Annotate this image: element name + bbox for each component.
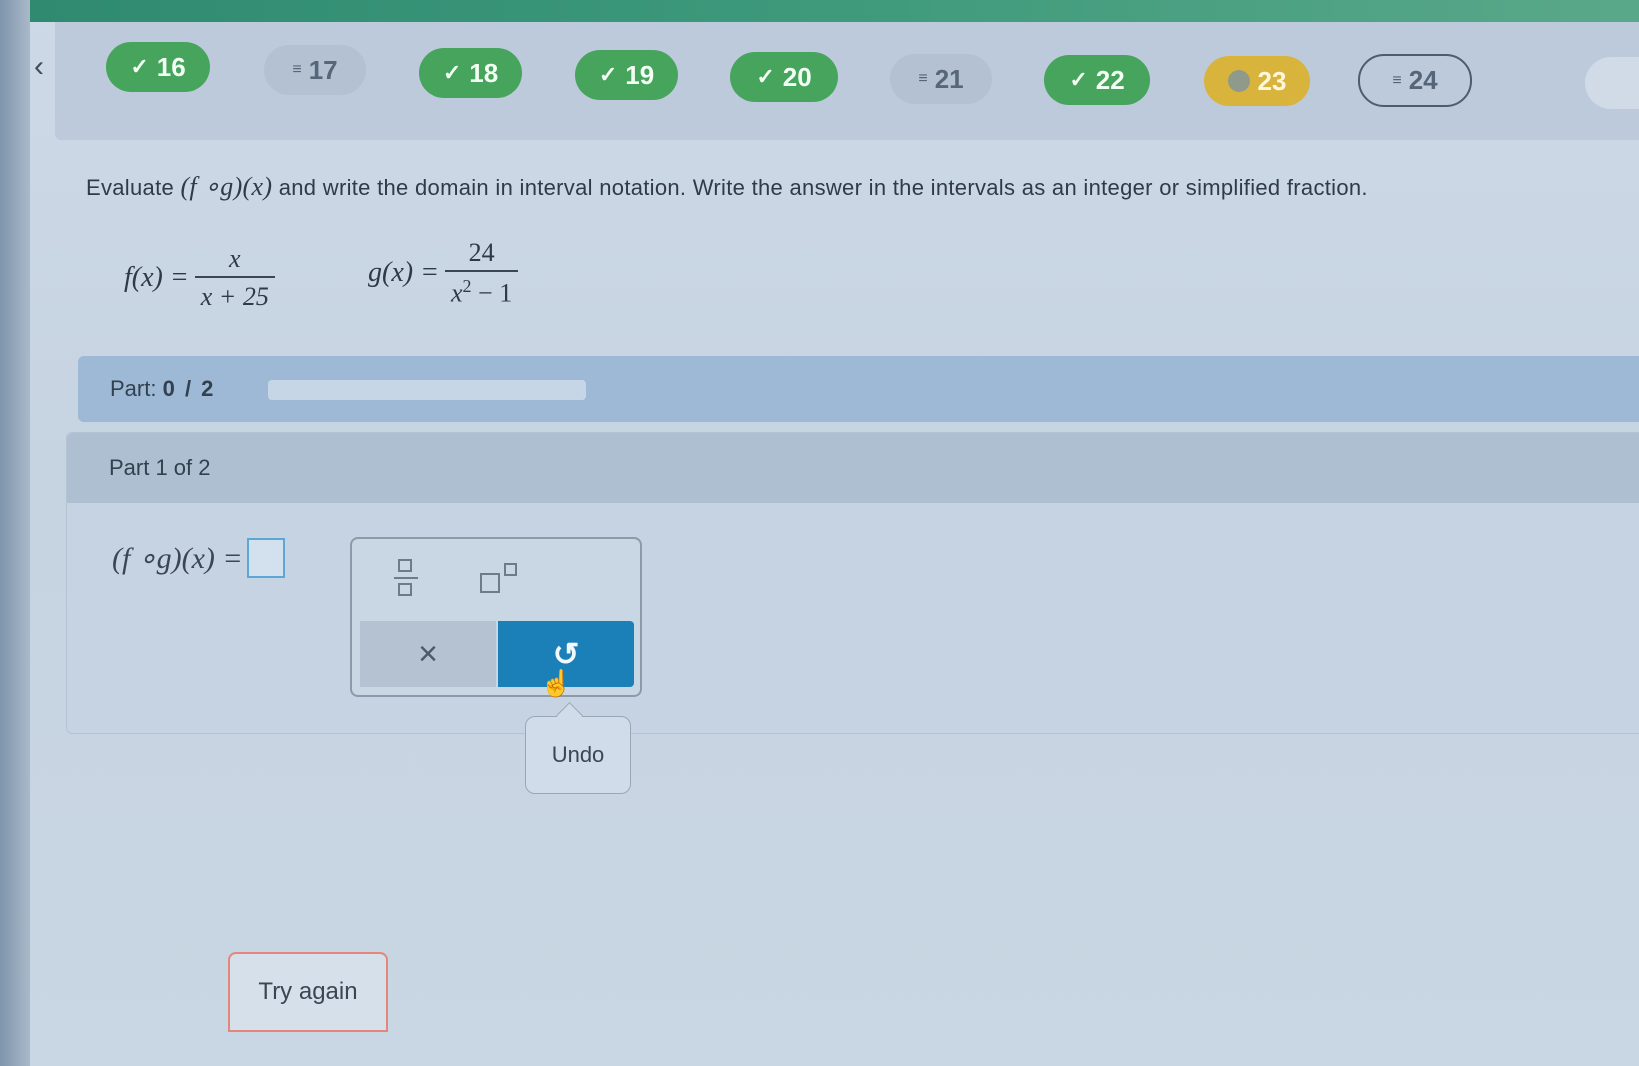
part-card-header: Part 1 of 2 xyxy=(67,433,1639,503)
composition-expression: (f ∘g)(x) xyxy=(180,172,273,201)
function-f: f(x) = x x + 25 xyxy=(124,244,275,312)
top-header-strip xyxy=(30,0,1639,22)
exponent-icon[interactable] xyxy=(478,561,526,599)
question-21-button[interactable]: ≡ 21 xyxy=(890,54,992,104)
next-question-pill[interactable] xyxy=(1585,57,1639,109)
question-17-button[interactable]: ≡ 17 xyxy=(264,45,366,95)
question-19-button[interactable]: ✓ 19 xyxy=(575,50,678,100)
question-23-button[interactable]: 23 xyxy=(1204,56,1310,106)
try-again-button[interactable]: Try again xyxy=(228,952,388,1032)
question-20-button[interactable]: ✓ 20 xyxy=(730,52,838,102)
answer-row: (f ∘g)(x) = xyxy=(112,538,285,578)
part-card: Part 1 of 2 xyxy=(66,432,1639,734)
check-icon: ✓ xyxy=(756,64,775,89)
question-prompt: Evaluate (f ∘g)(x) and write the domain … xyxy=(86,172,1368,201)
answer-input[interactable] xyxy=(246,538,285,578)
lines-icon: ≡ xyxy=(918,70,927,87)
check-icon: ✓ xyxy=(1069,67,1088,92)
question-16-button[interactable]: ✓ 16 xyxy=(106,42,210,92)
fraction-icon[interactable] xyxy=(392,557,422,603)
partial-dot-icon xyxy=(1227,70,1250,92)
math-keypad: × ↺ xyxy=(350,537,642,697)
g-fraction: 24 x2 − 1 xyxy=(444,238,519,309)
part-progress-bar: Part: 0 / 2 xyxy=(78,356,1639,422)
close-icon: × xyxy=(418,634,438,673)
window-edge xyxy=(0,0,30,1066)
part-title: Part 1 of 2 xyxy=(109,455,211,480)
hand-cursor-icon: ☝ xyxy=(540,668,573,698)
lines-icon: ≡ xyxy=(292,61,301,78)
clear-button[interactable]: × xyxy=(360,621,496,687)
question-18-button[interactable]: ✓ 18 xyxy=(419,48,522,98)
check-icon: ✓ xyxy=(442,60,462,85)
undo-tooltip: Undo xyxy=(525,716,631,794)
question-22-button[interactable]: ✓ 22 xyxy=(1044,55,1150,105)
check-icon: ✓ xyxy=(598,62,618,87)
lines-icon: ≡ xyxy=(1392,71,1401,89)
function-g: g(x) = 24 x2 − 1 xyxy=(368,238,519,309)
question-24-button[interactable]: ≡ 24 xyxy=(1358,54,1472,107)
check-icon: ✓ xyxy=(130,54,149,79)
chevron-left-icon[interactable]: ‹ xyxy=(34,50,44,84)
f-fraction: x x + 25 xyxy=(194,244,275,312)
answer-label: (f ∘g)(x) = xyxy=(112,541,243,575)
progress-track xyxy=(268,380,586,400)
